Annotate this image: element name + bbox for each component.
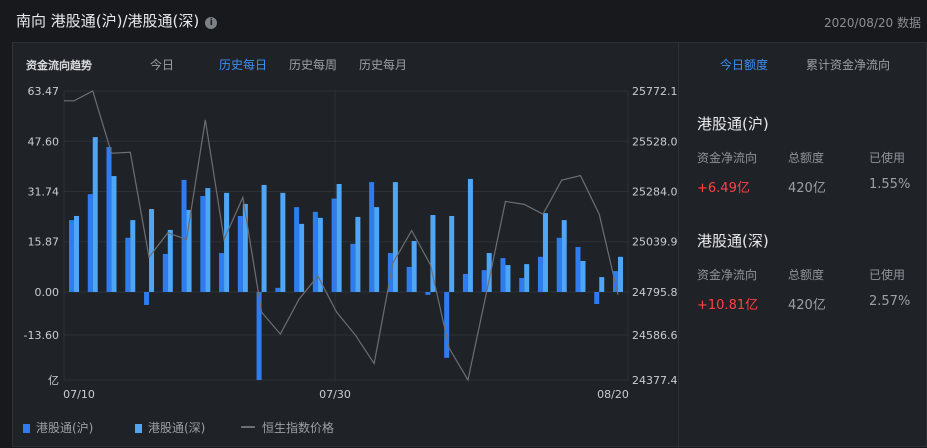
flow-chart: 63.4725772.147.6025528.031.7425284.015.8… bbox=[1, 1, 666, 351]
bar-sh bbox=[350, 244, 355, 292]
bar-sh bbox=[69, 220, 74, 292]
bar-sh bbox=[519, 278, 524, 292]
legend-sz-swatch bbox=[135, 424, 142, 433]
net-flow-value: +10.81亿 bbox=[697, 294, 758, 313]
legend-sz[interactable]: 港股通(深) bbox=[135, 419, 205, 436]
bar-sz bbox=[243, 204, 248, 292]
bar-sz bbox=[599, 277, 604, 292]
bar-sh bbox=[294, 207, 299, 292]
bar-sz bbox=[149, 209, 154, 292]
legend-hsi[interactable]: 恒生指数价格 bbox=[241, 419, 334, 436]
quota-label: 总额度 bbox=[788, 149, 824, 166]
section-title: 港股通(沪) bbox=[697, 113, 769, 134]
quota-label: 总额度 bbox=[788, 266, 824, 283]
bar-sz bbox=[580, 261, 585, 292]
bar-sh bbox=[594, 292, 599, 304]
legend-sz-label: 港股通(深) bbox=[148, 421, 205, 435]
bar-sh bbox=[482, 270, 487, 292]
right-tick-label: 25528.0 bbox=[632, 135, 678, 148]
legend-hsi-line bbox=[241, 426, 255, 428]
left-tick-label: 15.87 bbox=[28, 236, 60, 249]
right-tick-label: 24795.8 bbox=[632, 286, 678, 299]
bar-sz bbox=[543, 213, 548, 292]
bar-sh bbox=[557, 238, 562, 292]
used-label: 已使用 bbox=[869, 266, 905, 283]
left-tick-label: 31.74 bbox=[28, 185, 60, 198]
bar-sh bbox=[200, 196, 205, 292]
right-tick-label: 25039.9 bbox=[632, 236, 678, 249]
bar-sz bbox=[280, 193, 285, 292]
bar-sz bbox=[262, 185, 267, 292]
bar-sh bbox=[369, 182, 374, 292]
used-label: 已使用 bbox=[869, 149, 905, 166]
bar-sh bbox=[238, 216, 243, 292]
bar-sz bbox=[355, 217, 360, 292]
used-value: 2.57% bbox=[869, 294, 910, 309]
main-panel: 资金流向趋势 今日 历史每日 历史每周 历史每月 63.4725772.147.… bbox=[12, 42, 927, 447]
bar-sz bbox=[618, 257, 623, 292]
bar-sh bbox=[125, 238, 130, 292]
bar-sz bbox=[299, 224, 304, 292]
bar-sz bbox=[224, 193, 229, 292]
bar-sz bbox=[430, 215, 435, 292]
net-flow-label: 资金净流向 bbox=[697, 149, 757, 166]
net-flow-label: 资金净流向 bbox=[697, 266, 757, 283]
tab-today-quota[interactable]: 今日额度 bbox=[720, 56, 768, 73]
bar-sh bbox=[163, 254, 168, 292]
bar-sz bbox=[449, 216, 454, 292]
bar-sz bbox=[74, 216, 79, 292]
legend-sh-label: 港股通(沪) bbox=[36, 421, 93, 435]
right-tick-label: 25772.1 bbox=[632, 85, 678, 98]
section-title: 港股通(深) bbox=[697, 230, 769, 251]
right-tick-label: 24586.6 bbox=[632, 329, 678, 342]
net-flow-value: +6.49亿 bbox=[697, 177, 750, 196]
bar-sz bbox=[168, 230, 173, 292]
bar-sh bbox=[332, 199, 337, 292]
bar-sh bbox=[575, 247, 580, 292]
bar-sz bbox=[412, 241, 417, 292]
bar-sz bbox=[524, 264, 529, 292]
bar-sh bbox=[275, 288, 280, 292]
right-tick-label: 24377.4 bbox=[632, 374, 678, 387]
bar-sz bbox=[130, 220, 135, 292]
left-tick-label: 63.47 bbox=[28, 85, 60, 98]
tab-cumulative-flow[interactable]: 累计资金净流向 bbox=[806, 56, 890, 73]
quota-value: 420亿 bbox=[788, 294, 826, 313]
bar-sz bbox=[337, 184, 342, 292]
legend-sh-swatch bbox=[23, 424, 30, 433]
left-tick-label: 47.60 bbox=[28, 135, 60, 148]
bar-sh bbox=[538, 257, 543, 292]
bar-sh bbox=[182, 180, 187, 292]
right-tick-label: 25284.0 bbox=[632, 185, 678, 198]
used-value: 1.55% bbox=[869, 177, 910, 192]
bar-sz bbox=[393, 182, 398, 292]
x-tick-label: 08/20 bbox=[597, 388, 629, 401]
data-date: 2020/08/20 数据 bbox=[824, 14, 921, 31]
bar-sz bbox=[562, 220, 567, 292]
quota-value: 420亿 bbox=[788, 177, 826, 196]
bar-sh bbox=[88, 194, 93, 292]
bar-sz bbox=[205, 188, 210, 292]
bar-sz bbox=[468, 179, 473, 292]
legend-sh[interactable]: 港股通(沪) bbox=[23, 419, 93, 436]
bar-sz bbox=[505, 265, 510, 292]
bar-sh bbox=[444, 292, 449, 358]
left-tick-label: 0.00 bbox=[35, 286, 60, 299]
bar-sz bbox=[374, 207, 379, 292]
left-tick-label: 亿 bbox=[48, 374, 59, 387]
left-tick-label: -13.60 bbox=[24, 329, 59, 342]
bar-sh bbox=[500, 258, 505, 292]
x-tick-label: 07/30 bbox=[319, 388, 351, 401]
legend-hsi-label: 恒生指数价格 bbox=[262, 421, 334, 435]
x-tick-label: 07/10 bbox=[63, 388, 95, 401]
panel-divider bbox=[678, 43, 679, 448]
bar-sh bbox=[407, 267, 412, 292]
bar-sh bbox=[107, 147, 112, 292]
bar-sz bbox=[112, 176, 117, 292]
bar-sh bbox=[144, 292, 149, 305]
bar-sh bbox=[463, 274, 468, 292]
bar-sh bbox=[425, 292, 430, 295]
bar-sz bbox=[93, 137, 98, 292]
bar-sh bbox=[219, 253, 224, 292]
